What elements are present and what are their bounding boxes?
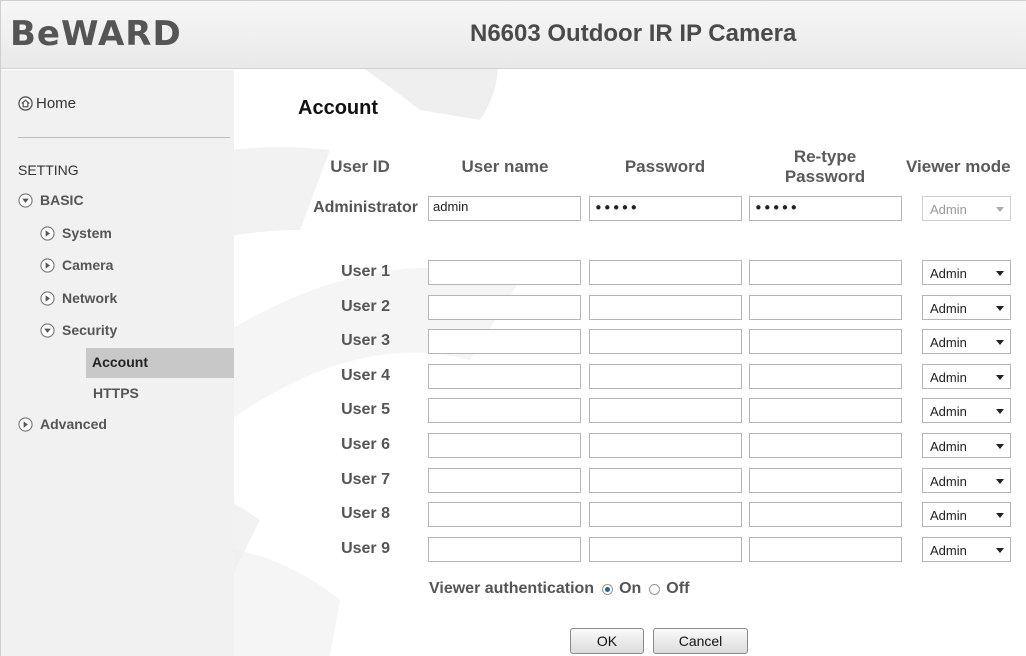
page-frame [0, 0, 1026, 656]
